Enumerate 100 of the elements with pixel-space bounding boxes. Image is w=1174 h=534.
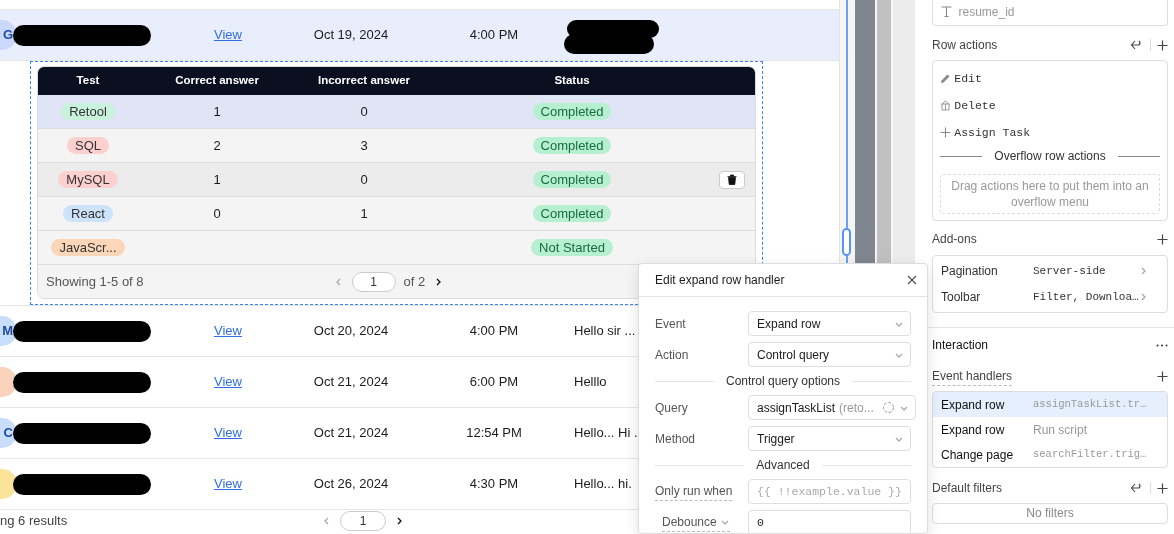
table-row[interactable]: SQL 2 3 Completed xyxy=(38,129,755,163)
message-cell: Hello... hi. xyxy=(574,476,632,492)
table-cell: 1 xyxy=(360,205,368,221)
field-label: Query xyxy=(655,399,688,417)
handler-action: Run script xyxy=(1033,421,1088,439)
result-summary: ng 6 results xyxy=(0,512,68,531)
status-tag: Completed xyxy=(532,170,612,188)
page-count: of 2 xyxy=(403,272,426,291)
message-cell: Hello sir ... xyxy=(574,323,636,339)
text-type-icon xyxy=(941,6,952,17)
select-field[interactable]: Trigger xyxy=(748,426,911,451)
plus-icon[interactable] xyxy=(1157,370,1168,382)
event-handler-row[interactable]: Expand row assignTaskList.tr… xyxy=(933,392,1167,417)
table-row[interactable]: MySQL 1 0 Completed xyxy=(38,163,755,197)
table-cell: 0 xyxy=(360,171,368,187)
field-label: Action xyxy=(655,346,689,364)
input-field[interactable]: 0 xyxy=(748,510,911,533)
avatar: M xyxy=(0,316,17,346)
column-header: Incorrect answer xyxy=(317,74,410,87)
event-handler-row[interactable]: Expand row Run script xyxy=(933,417,1167,442)
plus-icon[interactable] xyxy=(1157,482,1168,494)
page-field[interactable]: 1 xyxy=(340,511,387,531)
row-action[interactable]: Assign Task xyxy=(940,119,1160,146)
view-link[interactable]: View xyxy=(200,27,242,43)
trash-icon xyxy=(727,174,737,185)
page-field[interactable]: 1 xyxy=(351,271,396,292)
date-cell: Oct 19, 2024 xyxy=(313,27,389,43)
time-cell: 4:30 PM xyxy=(469,476,519,492)
addon-row[interactable]: Pagination Server-side xyxy=(933,258,1167,284)
divider-label: Control query options xyxy=(725,373,841,390)
time-cell: 4:00 PM xyxy=(469,323,519,339)
plus-icon[interactable] xyxy=(1157,39,1168,51)
event-handler-row[interactable]: Change page searchFilter.trig… xyxy=(933,442,1167,467)
status-tag: Completed xyxy=(532,136,612,154)
return-icon[interactable] xyxy=(1130,482,1143,494)
empty-filters: No filters xyxy=(932,503,1168,524)
tag: React xyxy=(63,204,113,222)
tag: JavaScr... xyxy=(51,238,125,256)
select-field[interactable]: Control query xyxy=(748,342,911,367)
section-title: Row actions xyxy=(932,37,998,54)
addon-label: Toolbar xyxy=(941,289,982,306)
time-cell: 6:00 PM xyxy=(469,374,519,390)
dialog-title: Edit expand row handler xyxy=(655,272,785,289)
status-tag: Completed xyxy=(532,204,612,222)
table-cell: 1 xyxy=(213,103,221,119)
tag: Retool xyxy=(61,102,115,120)
trash-icon xyxy=(940,100,951,111)
more-icon[interactable] xyxy=(1156,343,1168,347)
handler-action: assignTaskList.tr… xyxy=(1033,396,1147,412)
return-icon[interactable] xyxy=(1130,39,1143,51)
table-row[interactable]: Retool 1 0 Completed xyxy=(38,95,755,129)
table-row[interactable]: JavaScr... Not Started xyxy=(38,231,755,265)
message-cell: Hello... Hi . xyxy=(574,425,638,441)
column-header: Status xyxy=(554,74,590,87)
section-title: Event handlers xyxy=(932,366,1013,386)
section-title: Default filters xyxy=(932,480,1003,497)
select-field[interactable]: Expand row xyxy=(748,311,911,336)
message-cell: Helllo xyxy=(574,374,607,390)
date-cell: Oct 21, 2024 xyxy=(313,374,389,390)
row-action[interactable]: Edit xyxy=(940,65,1160,92)
view-link[interactable]: View xyxy=(200,425,242,441)
close-icon[interactable] xyxy=(907,275,917,285)
result-summary: Showing 1-5 of 8 xyxy=(46,272,144,291)
addon-value: Filter, Downloa… xyxy=(1033,289,1138,305)
delete-button[interactable] xyxy=(719,170,745,189)
resize-handle[interactable] xyxy=(842,228,851,256)
plus-icon xyxy=(940,127,951,138)
field-label: Method xyxy=(655,430,696,448)
addon-value: Server-side xyxy=(1033,263,1107,279)
addon-label: Pagination xyxy=(941,263,999,280)
column-header: Test xyxy=(76,74,100,87)
handler-action: searchFilter.trig… xyxy=(1033,446,1147,462)
section-title: Interaction xyxy=(932,337,989,354)
table-cell: 0 xyxy=(360,103,368,119)
pencil-icon xyxy=(940,73,951,84)
event-name: Change page xyxy=(941,446,1015,464)
event-name: Expand row xyxy=(941,396,1006,414)
status-tag: Not Started xyxy=(531,238,613,256)
table-cell: 0 xyxy=(213,205,221,221)
plus-icon[interactable] xyxy=(1157,233,1168,245)
addon-row[interactable]: Toolbar Filter, Downloa… xyxy=(933,284,1167,310)
table-row[interactable]: G View Oct 19, 2024 4:00 PM xyxy=(0,10,839,61)
view-link[interactable]: View xyxy=(200,476,242,492)
table-cell: 3 xyxy=(360,137,368,153)
label-menu[interactable]: Debounce xyxy=(662,513,730,532)
date-cell: Oct 26, 2024 xyxy=(313,476,389,492)
column-header: Correct answer xyxy=(175,74,259,87)
status-tag: Completed xyxy=(532,102,612,120)
field-label: Event xyxy=(655,315,686,333)
view-link[interactable]: View xyxy=(200,323,242,339)
avatar: G xyxy=(0,20,17,50)
divider-label: Advanced xyxy=(756,457,810,474)
divider-label: Overflow row actions xyxy=(994,148,1106,165)
view-link[interactable]: View xyxy=(200,374,242,390)
table-cell: 2 xyxy=(213,137,221,153)
date-cell: Oct 20, 2024 xyxy=(313,323,389,339)
time-cell: 4:00 PM xyxy=(469,27,519,43)
date-cell: Oct 21, 2024 xyxy=(313,425,389,441)
row-action[interactable]: Delete xyxy=(940,92,1160,119)
table-row[interactable]: React 0 1 Completed xyxy=(38,197,755,231)
